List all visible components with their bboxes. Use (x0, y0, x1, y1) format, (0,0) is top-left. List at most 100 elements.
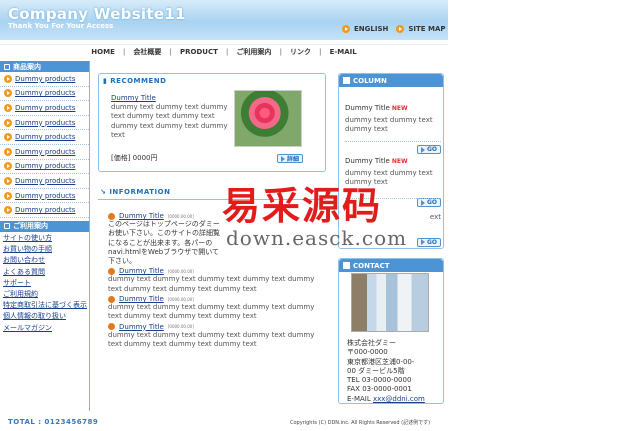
arrow-right-icon (281, 155, 285, 162)
sidebar-product-item[interactable]: Dummy products (0, 203, 89, 218)
header-banner: Company Website11 Thank You For Your Acc… (0, 0, 448, 40)
contact-address-1: 東京都港区芝浦0-00- (347, 357, 415, 366)
sidebar-product-item[interactable]: Dummy products (0, 101, 89, 116)
sidebar-product-item[interactable]: Dummy products (0, 72, 89, 87)
info-title[interactable]: Dummy Title (119, 267, 164, 275)
sidebar-product-item[interactable]: Dummy products (0, 174, 89, 189)
guide-heading: ご利用案内 (0, 220, 89, 232)
nav-email[interactable]: E-MAIL (330, 48, 357, 56)
bullet-icon (108, 212, 115, 220)
site-title[interactable]: Company Website11 (8, 5, 186, 23)
information-title-label: INFORMATION (109, 188, 171, 196)
column-icon (343, 77, 350, 84)
new-badge: NEW (391, 105, 408, 112)
guide-link[interactable]: メールマガジン (0, 322, 89, 333)
product-label[interactable]: Dummy products (15, 206, 75, 214)
info-title[interactable]: Dummy Title (119, 295, 164, 303)
contact-heading: CONTACT (339, 259, 443, 272)
contact-company: 株式会社ダミー (347, 339, 396, 347)
column-item-title[interactable]: Dummy Title (345, 104, 390, 112)
total-counter: TOTAL : 0123456789 (8, 418, 99, 426)
contact-email-link[interactable]: xxx@ddni.com (373, 395, 425, 403)
info-title[interactable]: Dummy Title (119, 323, 164, 331)
product-label[interactable]: Dummy products (15, 177, 75, 185)
contact-box: CONTACT 株式会社ダミー 〒000-0000 東京都港区芝浦0-00- 0… (338, 258, 444, 404)
go-button-label[interactable]: GO (427, 199, 437, 206)
arrow-circle-icon (4, 133, 12, 142)
product-label[interactable]: Dummy products (15, 89, 75, 97)
column-go-button[interactable]: GO (416, 198, 441, 208)
sidebar-product-item[interactable]: Dummy products (0, 160, 89, 175)
products-heading: 商品案内 (0, 61, 89, 72)
product-label[interactable]: Dummy products (15, 119, 75, 127)
arrow-circle-icon (4, 103, 12, 112)
sidebar-product-item[interactable]: Dummy products (0, 145, 89, 160)
copyright: Copyrights (C) DDN.inc. All Rights Reser… (290, 420, 431, 426)
top-links: ENGLISH SITE MAP (342, 25, 446, 33)
column-divider (345, 141, 441, 142)
info-item: Dummy Title [0000.00.00] (108, 295, 326, 303)
guide-link[interactable]: 個人情報の取り扱い (0, 310, 89, 321)
product-label[interactable]: Dummy products (15, 75, 75, 83)
square-icon (4, 63, 10, 70)
column-heading-label: COLUMN (353, 76, 387, 85)
info-text: このページはトップページのダミーお使い下さい。このサイトの詳細覧になることが出来… (108, 220, 220, 266)
recommend-detail-button[interactable]: 詳細 (277, 154, 304, 163)
product-label[interactable]: Dummy products (15, 192, 75, 200)
arrow-right-icon (420, 239, 425, 246)
guide-link[interactable]: 特定商取引法に基づく表示 (0, 299, 89, 310)
sidebar-product-item[interactable]: Dummy products (0, 87, 89, 102)
guide-link[interactable]: サポート (0, 277, 89, 288)
recommend-title: ▮ RECOMMEND (103, 77, 167, 85)
info-text: dummy text dummy text dummy text dummy t… (108, 303, 315, 321)
contact-icon (343, 262, 350, 269)
watermark-logo-text: 易采源码 (222, 183, 383, 228)
go-button-label[interactable]: GO (427, 239, 437, 246)
info-text: dummy text dummy text dummy text dummy t… (108, 275, 315, 293)
global-nav: HOME | 会社概要 | PRODUCT | ご利用案内 | リンク | E-MAIL (0, 44, 448, 58)
guide-link[interactable]: よくある質問 (0, 266, 89, 277)
column-item-text: dummy text dummy text dummy text (345, 116, 433, 134)
arrow-circle-icon (4, 89, 12, 98)
guide-link[interactable]: お買い物の手順 (0, 243, 89, 254)
recommend-box: ▮ RECOMMEND Dummy Title dummy text dummy… (98, 73, 326, 172)
nav-company[interactable]: 会社概要 (133, 47, 161, 57)
column-heading: COLUMN (339, 74, 443, 87)
arrow-circle-icon (4, 74, 12, 83)
product-label[interactable]: Dummy products (15, 133, 75, 141)
nav-home[interactable]: HOME (91, 48, 115, 56)
bullet-icon (108, 295, 115, 303)
arrow-circle-icon (4, 176, 12, 185)
arrow-circle-icon (342, 25, 350, 33)
nav-guide[interactable]: ご利用案内 (236, 47, 271, 57)
info-date: [0000.00.00] (167, 324, 194, 330)
info-title[interactable]: Dummy Title (119, 212, 164, 220)
bullet-icon (108, 267, 115, 275)
email-label: E-MAIL (347, 394, 371, 403)
column-item-title[interactable]: Dummy Title (345, 157, 390, 165)
guide-link[interactable]: サイトの使い方 (0, 232, 89, 243)
english-link[interactable]: ENGLISH (354, 25, 388, 33)
product-label[interactable]: Dummy products (15, 148, 75, 156)
recommend-title-label: RECOMMEND (110, 77, 167, 85)
sidebar-product-item[interactable]: Dummy products (0, 116, 89, 131)
detail-button-label[interactable]: 詳細 (287, 154, 299, 163)
contact-address-2: 00 ダミービル5階 (347, 366, 405, 375)
page: Company Website11 Thank You For Your Acc… (0, 0, 640, 431)
right-blank-area (448, 0, 640, 431)
nav-product[interactable]: PRODUCT (180, 48, 218, 56)
sidebar-product-item[interactable]: Dummy products (0, 130, 89, 145)
column-go-button[interactable]: GO (416, 237, 441, 247)
sidebar-product-item[interactable]: Dummy products (0, 189, 89, 204)
contact-heading-label: CONTACT (353, 261, 390, 270)
nav-link[interactable]: リンク (290, 47, 311, 57)
guide-link[interactable]: お問い合わせ (0, 254, 89, 265)
nav-separator: | (319, 47, 322, 56)
product-label[interactable]: Dummy products (15, 162, 75, 170)
recommend-item-title[interactable]: Dummy Title (111, 94, 156, 102)
contact-fax: FAX 03-0000-0001 (347, 385, 412, 394)
bullet-icon (108, 323, 115, 331)
guide-link[interactable]: ご利用規約 (0, 288, 89, 299)
product-label[interactable]: Dummy products (15, 104, 75, 112)
sitemap-link[interactable]: SITE MAP (408, 25, 445, 33)
